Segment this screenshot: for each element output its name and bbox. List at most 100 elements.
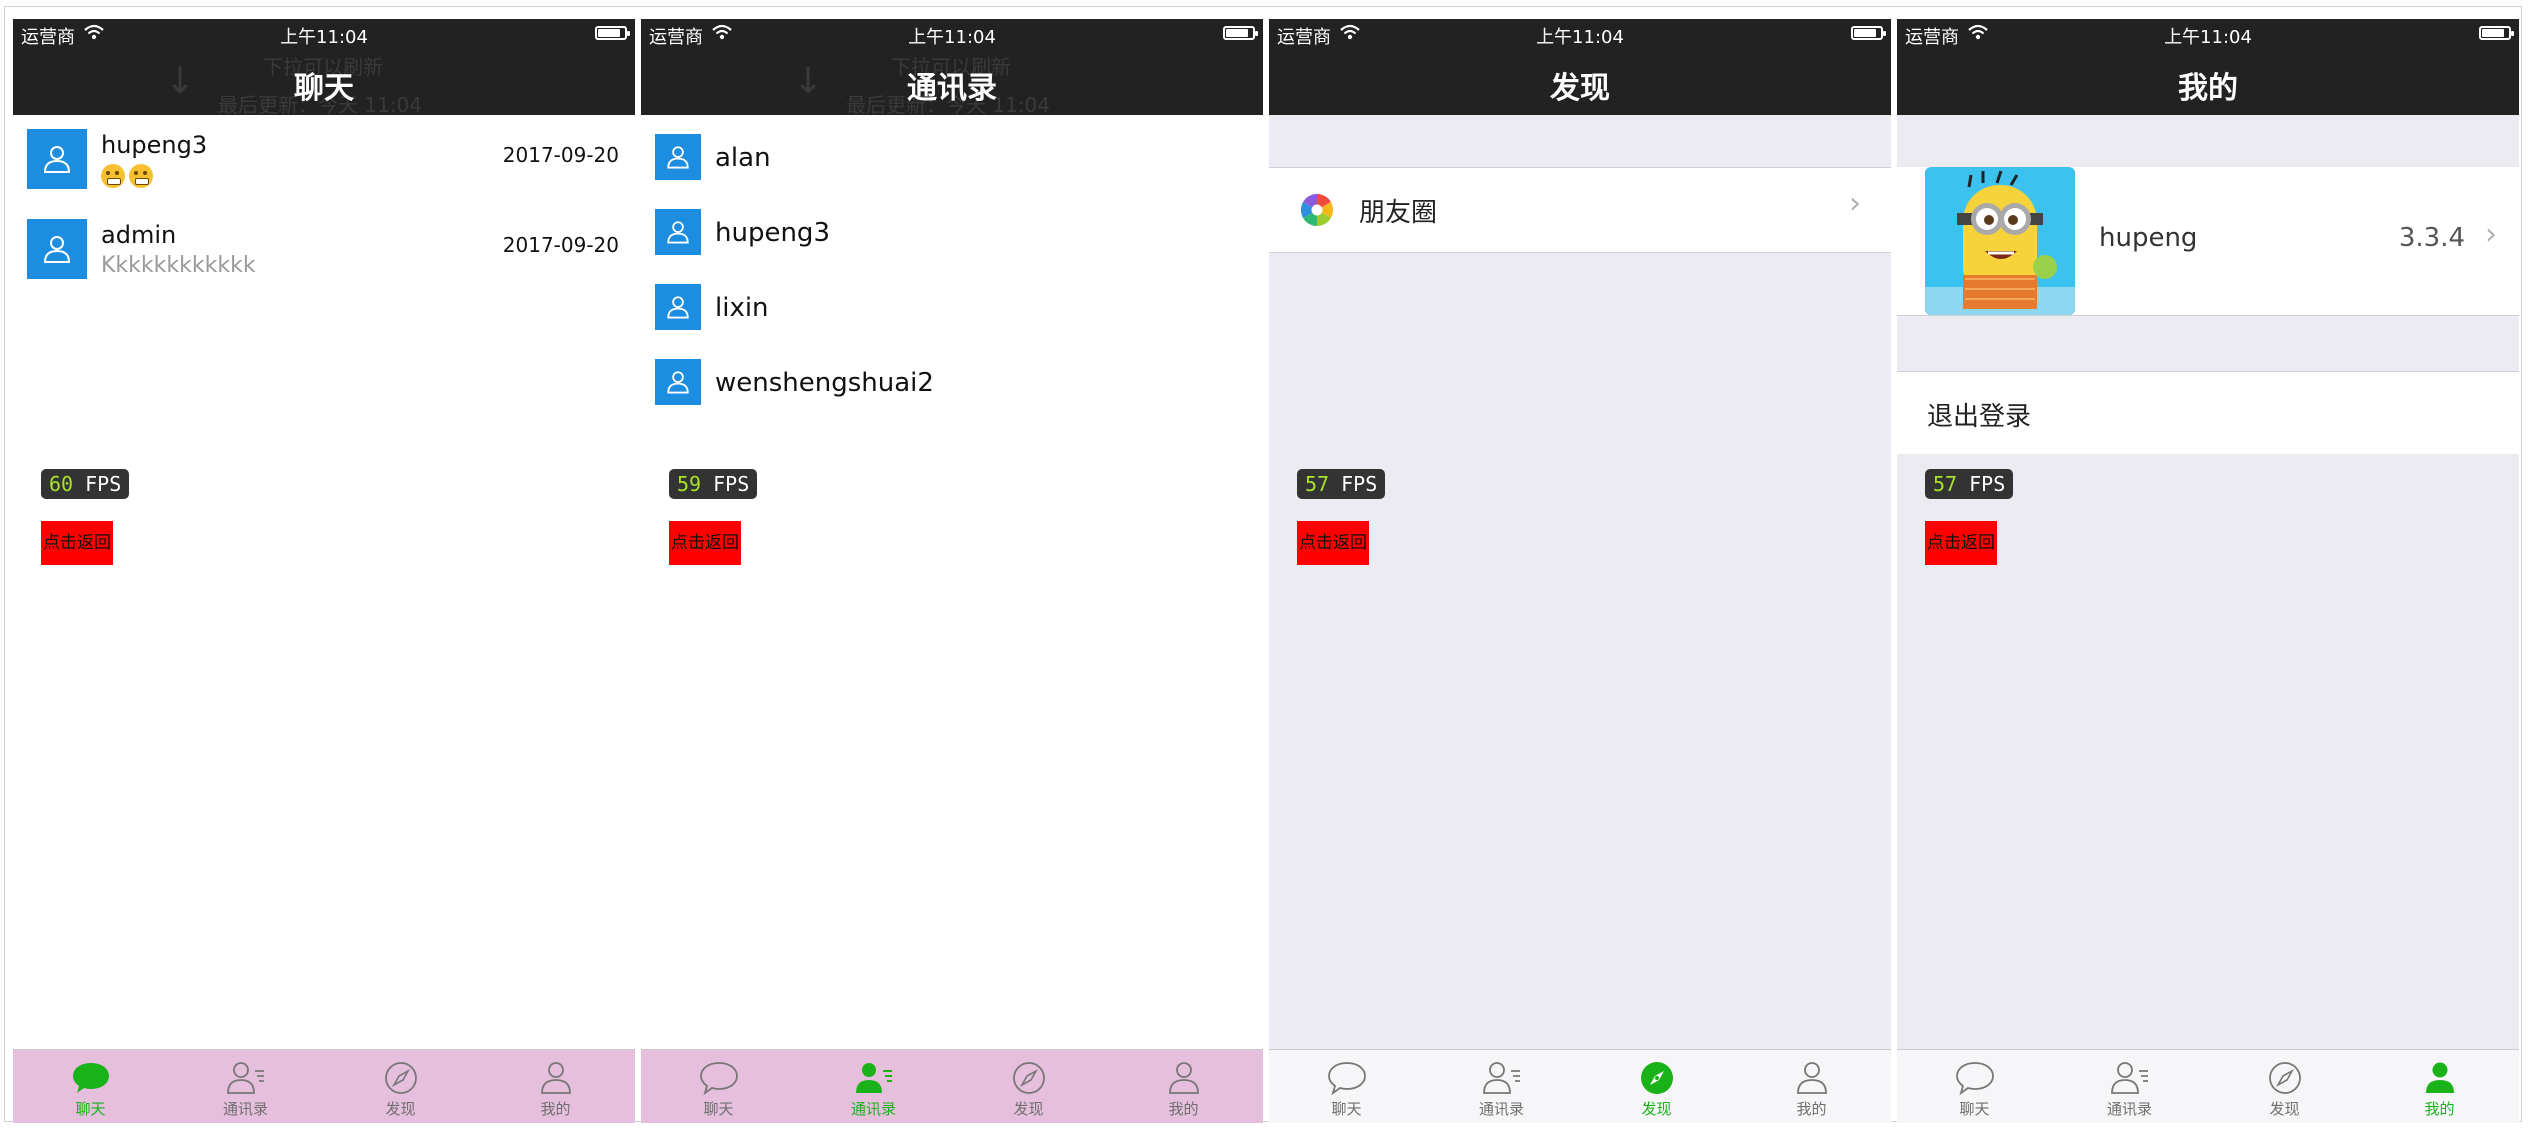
back-button[interactable]: 点击返回 [669, 521, 741, 565]
chat-date: 2017-09-20 [502, 143, 619, 167]
tab-chat[interactable]: 聊天 [13, 1050, 168, 1123]
tab-discover[interactable]: 发现 [951, 1050, 1106, 1123]
chat-name: hupeng3 [101, 131, 208, 159]
moments-label: 朋友圈 [1359, 198, 1438, 228]
tab-discover[interactable]: 发现 [323, 1050, 478, 1123]
contacts-icon [1483, 1062, 1520, 1094]
tab-contacts[interactable]: 通讯录 [2052, 1050, 2207, 1123]
tab-bar: 聊天 通讯录 发现 我的 [1897, 1049, 2519, 1123]
grimace-emoji-icon [129, 164, 153, 188]
contact-list-item[interactable]: hupeng3 [641, 198, 1263, 273]
chat-bubble-icon [1328, 1062, 1366, 1096]
contact-list-item[interactable]: lixin [641, 273, 1263, 348]
fps-counter: 57 FPS [1297, 469, 1386, 499]
moments-aperture-icon [1300, 193, 1334, 227]
contacts-icon [856, 1063, 892, 1093]
chat-last-message: Kkkkkkkkkkkk [101, 253, 256, 278]
fps-counter: 57 FPS [1925, 469, 2014, 499]
tab-chat[interactable]: 聊天 [1897, 1050, 2052, 1123]
chat-bubble-icon [700, 1062, 738, 1096]
compass-icon [2269, 1062, 2301, 1094]
contact-name: alan [715, 143, 771, 173]
status-time: 上午11:04 [280, 27, 368, 48]
status-bar: 运营商 上午11:04 [641, 19, 1263, 48]
person-outline-icon [667, 221, 689, 244]
chat-date: 2017-09-20 [502, 233, 619, 257]
person-icon [2426, 1062, 2454, 1093]
avatar [655, 134, 701, 180]
nav-bar: ↓ 下拉可以刷新 最后更新：今天 11:04 聊天 [13, 47, 635, 117]
tab-me[interactable]: 我的 [1734, 1050, 1889, 1123]
chevron-right-icon: › [2485, 217, 2497, 252]
status-time: 上午11:04 [2164, 27, 2252, 48]
tab-me[interactable]: 我的 [2362, 1050, 2517, 1123]
logout-cell[interactable]: 退出登录 [1897, 371, 2519, 454]
contact-name: lixin [715, 293, 769, 323]
page-title: 聊天 [294, 71, 354, 106]
nav-bar: 我的 [1897, 47, 2519, 115]
tab-bar: 聊天 通讯录 发现 我的 [641, 1049, 1263, 1123]
screen-chat: 运营商 上午11:04 ↓ 下拉可以刷新 最后更新：今天 11:04 聊天 hu… [13, 19, 635, 1123]
battery-icon [1851, 26, 1886, 40]
page-title: 我的 [2178, 71, 2238, 106]
chat-list-item[interactable]: hupeng3 2017-09-20 [13, 117, 635, 207]
person-outline-icon [43, 236, 71, 263]
tab-me[interactable]: 我的 [478, 1050, 633, 1123]
compass-icon [385, 1062, 417, 1094]
screen-contacts: 运营商 上午11:04 ↓ 下拉可以刷新 最后更新：今天 11:04 通讯录 a… [641, 19, 1263, 1123]
status-bar: 运营商 上午11:04 [1897, 19, 2519, 48]
chevron-right-icon: › [1849, 186, 1861, 221]
profile-avatar [1925, 167, 2075, 315]
tab-contacts[interactable]: 通讯录 [168, 1050, 323, 1123]
tab-contacts[interactable]: 通讯录 [1424, 1050, 1579, 1123]
person-icon [541, 1062, 571, 1094]
tab-bar: 聊天 通讯录 发现 我的 [1269, 1049, 1891, 1123]
tab-discover[interactable]: 发现 [2207, 1050, 2362, 1123]
tab-contacts[interactable]: 通讯录 [796, 1050, 951, 1123]
back-button[interactable]: 点击返回 [1925, 521, 1997, 565]
fps-counter: 59 FPS [669, 469, 758, 499]
person-icon [1797, 1062, 1827, 1094]
avatar [27, 219, 87, 279]
profile-cell[interactable]: hupeng 3.3.4 › [1897, 167, 2519, 316]
person-outline-icon [43, 146, 71, 173]
contact-name: hupeng3 [715, 218, 830, 248]
fps-counter: 60 FPS [41, 469, 130, 499]
back-button[interactable]: 点击返回 [1297, 521, 1369, 565]
tab-discover[interactable]: 发现 [1579, 1050, 1734, 1123]
screenshot-collage: 运营商 上午11:04 ↓ 下拉可以刷新 最后更新：今天 11:04 聊天 hu… [4, 6, 2522, 1123]
tab-chat[interactable]: 聊天 [641, 1050, 796, 1123]
moments-cell[interactable]: 朋友圈 › [1269, 167, 1891, 253]
battery-icon [2479, 26, 2514, 40]
chat-name: admin [101, 221, 177, 249]
person-icon [1169, 1062, 1199, 1094]
tab-me[interactable]: 我的 [1106, 1050, 1261, 1123]
contacts-icon [2111, 1062, 2148, 1094]
app-version: 3.3.4 [2398, 223, 2465, 253]
screen-me: 运营商 上午11:04 我的 hupeng 3.3.4 › 退出登录 57 FP… [1897, 19, 2519, 1123]
nav-bar: 发现 [1269, 47, 1891, 115]
chat-last-message [101, 163, 157, 188]
battery-icon [1223, 26, 1258, 40]
tab-bar: 聊天 通讯录 发现 我的 [13, 1049, 635, 1123]
chat-bubble-icon [73, 1063, 109, 1093]
chat-list-item[interactable]: admin Kkkkkkkkkkkk 2017-09-20 [13, 207, 635, 297]
avatar [655, 209, 701, 255]
profile-name: hupeng [2099, 223, 2198, 253]
minion-avatar-image [1925, 167, 2075, 315]
nav-bar: ↓ 下拉可以刷新 最后更新：今天 11:04 通讯录 [641, 47, 1263, 117]
chat-bubble-icon [1956, 1062, 1994, 1096]
screen-discover: 运营商 上午11:04 发现 朋友圈 › 57 FPS 点击返回 聊天 通讯录 … [1269, 19, 1891, 1123]
status-bar: 运营商 上午11:04 [1269, 19, 1891, 48]
back-button[interactable]: 点击返回 [41, 521, 113, 565]
status-time: 上午11:04 [908, 27, 996, 48]
contact-list-item[interactable]: alan [641, 123, 1263, 198]
contact-list-item[interactable]: wenshengshuai2 [641, 348, 1263, 423]
battery-icon [595, 26, 630, 40]
person-outline-icon [667, 371, 689, 394]
person-outline-icon [667, 146, 689, 169]
logout-label: 退出登录 [1927, 402, 2032, 432]
avatar [27, 129, 87, 189]
tab-chat[interactable]: 聊天 [1269, 1050, 1424, 1123]
avatar [655, 359, 701, 405]
